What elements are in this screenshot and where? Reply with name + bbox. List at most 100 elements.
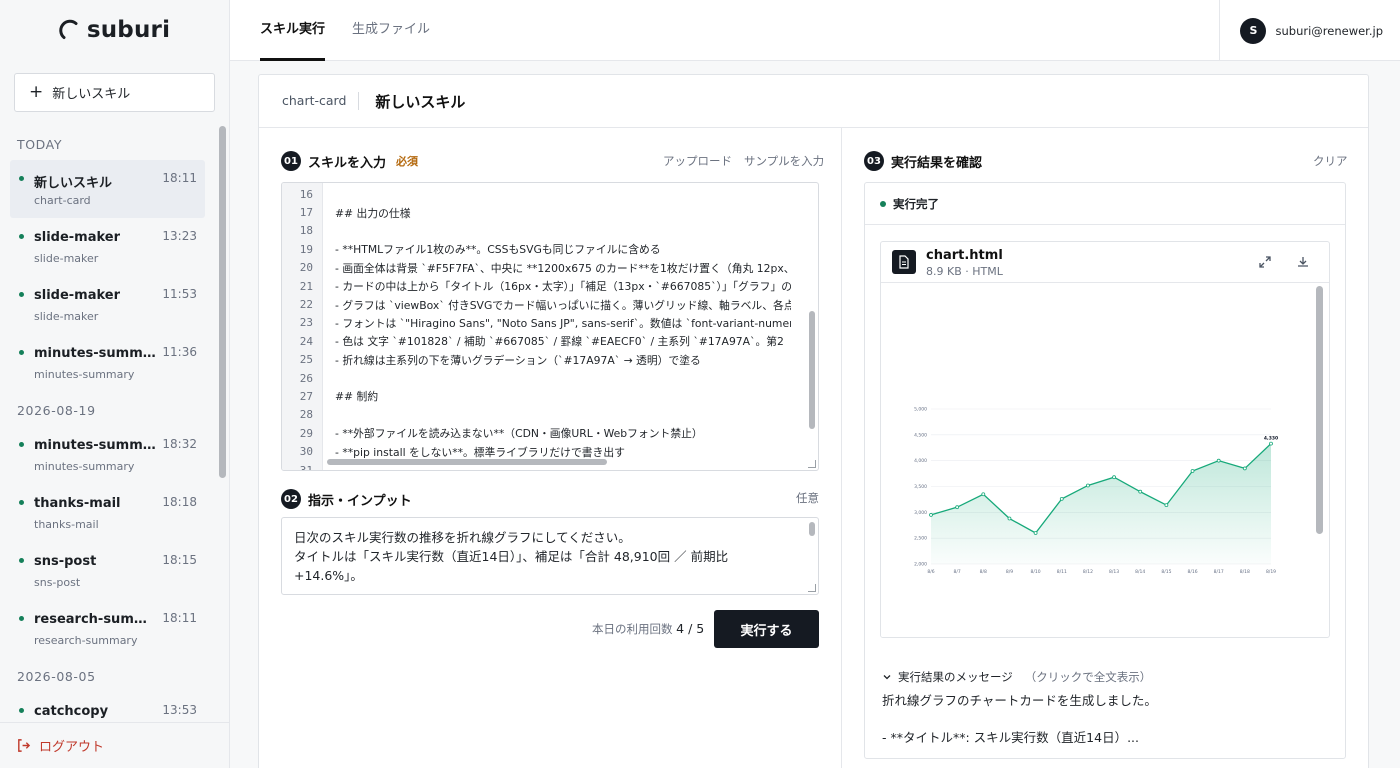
step-number: 03 [864, 151, 884, 171]
usage-value: 4 / 5 [676, 621, 705, 636]
code-line: 26 [282, 369, 818, 387]
history-item-time: 18:18 [162, 495, 197, 509]
preview-scrollbar[interactable] [1316, 286, 1323, 534]
top-bar: スキル実行 生成ファイル S suburi@renewer.jp [230, 0, 1400, 61]
status-dot-icon [19, 350, 24, 355]
skill-editor[interactable]: 16 17 ## 出力の仕様 18 19 - **HTMLファイル1枚のみ**。CSSもS… [281, 182, 819, 471]
line-number: 31 [299, 463, 313, 471]
line-number: 26 [299, 371, 313, 385]
user-menu[interactable]: S suburi@renewer.jp [1219, 0, 1400, 61]
step-number: 02 [281, 489, 301, 509]
line-text: ## 制約 [335, 390, 379, 404]
history-item-skill: slide-maker [34, 310, 99, 323]
sidebar-scrollbar[interactable] [219, 126, 227, 720]
step-number: 01 [281, 151, 301, 171]
skill-id: chart-card [282, 92, 360, 110]
x-tick-label: 8/14 [1135, 569, 1145, 575]
tab-generated-files[interactable]: 生成ファイル [352, 0, 430, 61]
x-tick-label: 8/19 [1266, 569, 1276, 575]
line-number: 28 [299, 408, 313, 422]
history-item-skill: chart-card [34, 194, 91, 207]
y-tick-label: 2,000 [914, 562, 927, 568]
logout-label: ログアウト [39, 740, 105, 755]
line-number: 18 [299, 224, 313, 238]
history-item-skill: sns-post [34, 576, 81, 589]
history-item-title: thanks-mail [34, 496, 121, 511]
file-name: chart.html [926, 248, 1003, 263]
input-column: 01 スキルを入力 必須 アップロード サンプルを入力 16 17 ## 出力の仕様… [259, 128, 842, 768]
history-item[interactable]: slide-maker slide-maker 13:23 [10, 218, 205, 276]
section-title: 指示・インプット [308, 493, 412, 509]
history-item-skill: slide-maker [34, 252, 99, 265]
line-text: - **外部ファイルを読み込まない**（CDN・画像URL・Webフォント禁止） [335, 427, 703, 441]
sidebar-scroll-thumb[interactable] [219, 126, 226, 478]
x-tick-label: 8/8 [980, 569, 987, 575]
code-line: 17 ## 出力の仕様 [282, 203, 818, 221]
message-toggle[interactable]: 実行結果のメッセージ （クリックで全文表示） [882, 669, 1151, 685]
section-title: 実行結果を確認 [891, 155, 983, 171]
history-item[interactable]: slide-maker slide-maker 11:53 [10, 276, 205, 334]
data-point [1242, 466, 1247, 471]
run-button[interactable]: 実行する [714, 610, 819, 648]
download-icon[interactable] [1296, 255, 1310, 269]
editor-horizontal-scrollbar[interactable] [327, 459, 607, 465]
history-item[interactable]: minutes-summary minutes-summary 18:32 [10, 426, 205, 484]
history-item-title: slide-maker [34, 288, 121, 303]
history-item-time: 11:53 [162, 287, 197, 301]
history-item[interactable]: catchcopy 13:53 [10, 692, 205, 720]
resize-handle[interactable] [808, 460, 816, 468]
message-label: 実行結果のメッセージ [898, 670, 1013, 684]
tab-skill-run[interactable]: スキル実行 [260, 0, 326, 61]
resize-handle[interactable] [808, 584, 816, 592]
sample-link[interactable]: サンプルを入力 [744, 153, 824, 169]
code-line: 19 - **HTMLファイル1枚のみ**。CSSもSVGも同じファイルに含める [282, 240, 818, 258]
line-chart: 5,000 4,500 4,000 3,500 3,000 2,500 2,0008/6 8/… [914, 407, 1278, 576]
history-item-title: sns-post [34, 554, 97, 569]
message-line: 折れ線グラフのチャートカードを生成しました。 [882, 693, 1157, 708]
skill-input-header: 01 スキルを入力 必須 [281, 151, 418, 171]
editor-vertical-scrollbar[interactable] [809, 311, 815, 429]
line-number: 20 [299, 261, 313, 275]
file-preview-card: chart.html 8.9 KB · HTML 5,000 4,500 4,000… [880, 241, 1330, 638]
history-list[interactable]: TODAY 新しいスキル chart-card 18:11 slide-maker sli… [0, 126, 216, 720]
clear-link[interactable]: クリア [1313, 153, 1348, 169]
logout-button[interactable]: ログアウト [0, 722, 229, 768]
instruction-line: +14.6%」。 [294, 568, 363, 583]
line-number: 23 [299, 316, 313, 330]
history-item[interactable]: minutes-summary minutes-summary 11:36 [10, 334, 205, 392]
line-text: - フォントは `"Hiragino Sans", "Noto Sans JP"… [335, 316, 791, 330]
status-text: 実行完了 [893, 196, 939, 211]
x-tick-label: 8/13 [1109, 569, 1119, 575]
app-logo[interactable]: suburi [0, 0, 229, 60]
plus-icon: + [29, 82, 44, 102]
history-item-time: 13:53 [162, 703, 197, 717]
upload-link[interactable]: アップロード [663, 153, 732, 169]
data-point [981, 492, 986, 497]
history-item[interactable]: research-summ... research-summary 18:11 [10, 600, 205, 658]
code-line: 23 - フォントは `"Hiragino Sans", "Noto Sans J… [282, 314, 818, 332]
history-item[interactable]: thanks-mail thanks-mail 18:18 [10, 484, 205, 542]
y-tick-label: 3,000 [914, 510, 927, 516]
instruction-textarea[interactable]: 日次のスキル実行数の推移を折れ線グラフにしてください。 タイトルは「スキル実行数… [281, 517, 819, 595]
data-point [1007, 516, 1012, 521]
code-line: 28 [282, 406, 818, 424]
line-text: - **pip install をしない**。標準ライブラリだけで書き出す [335, 445, 625, 459]
optional-label: 任意 [796, 491, 819, 505]
status-dot-icon [19, 616, 24, 621]
textarea-scrollbar[interactable] [809, 522, 815, 536]
data-point [1190, 469, 1195, 473]
history-item[interactable]: 新しいスキル chart-card 18:11 [10, 160, 205, 218]
new-skill-button[interactable]: + 新しいスキル [14, 73, 215, 112]
instruction-header: 02 指示・インプット [281, 489, 412, 509]
expand-icon[interactable] [1258, 255, 1272, 269]
history-item[interactable]: sns-post sns-post 18:15 [10, 542, 205, 600]
data-point [1269, 441, 1273, 446]
message-body[interactable]: 折れ線グラフのチャートカードを生成しました。 - **タイトル**: スキル実行… [882, 692, 1332, 748]
history-group-label: TODAY [17, 137, 63, 152]
data-point [1086, 483, 1090, 488]
x-tick-label: 8/18 [1240, 569, 1250, 575]
line-number: 19 [299, 242, 313, 256]
usage-counter: 本日の利用回数 4 / 5 [592, 621, 704, 637]
history-item-title: slide-maker [34, 230, 121, 245]
code-line: 16 [282, 185, 818, 203]
